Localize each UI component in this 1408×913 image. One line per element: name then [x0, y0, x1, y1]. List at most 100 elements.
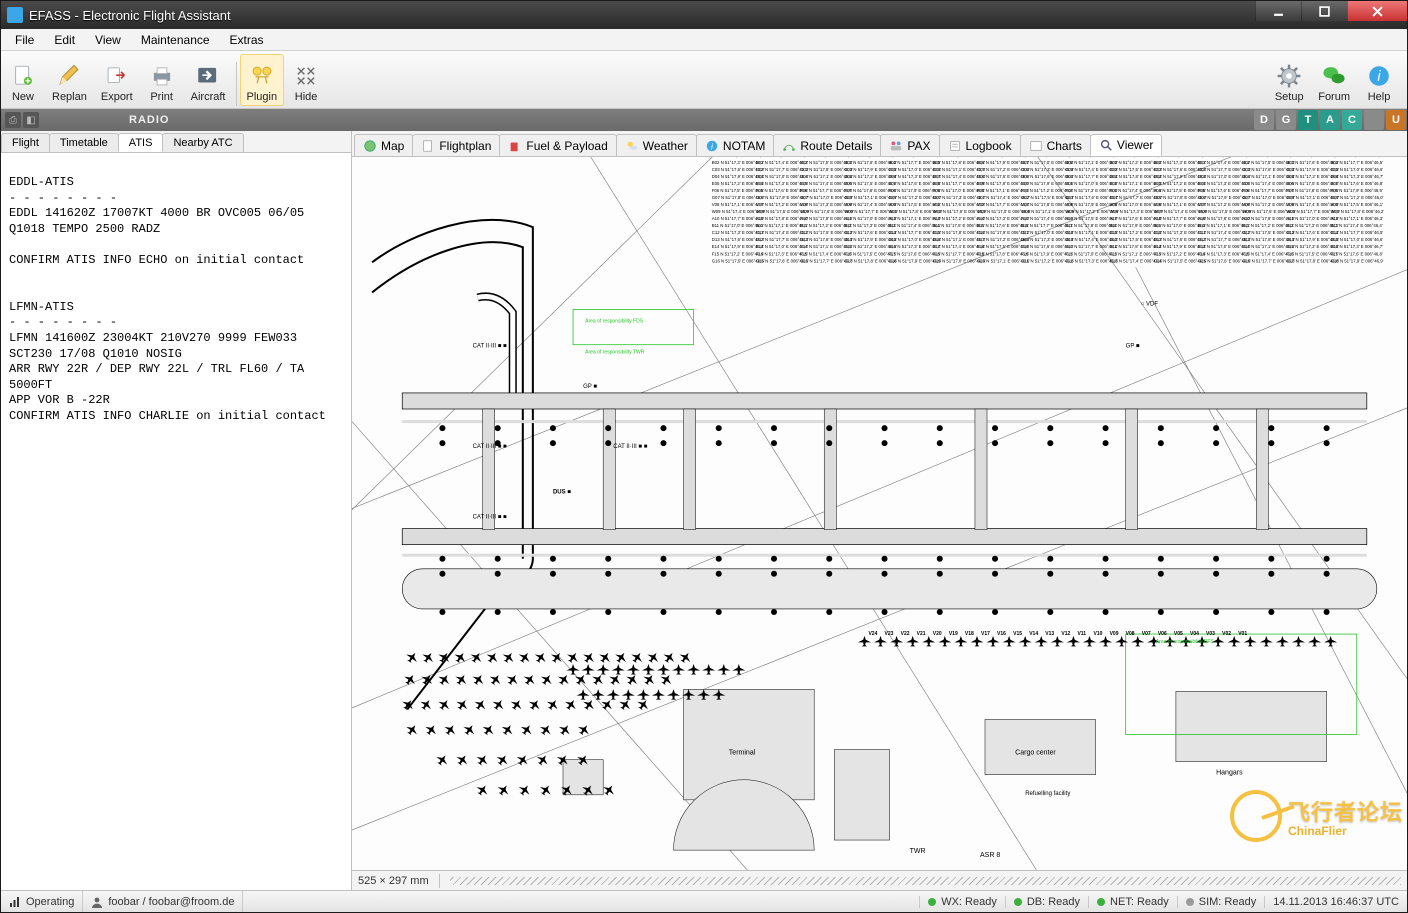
- svg-text:B11 N 51°17,4' E 006°46,4': B11 N 51°17,4' E 006°46,4': [1331, 223, 1383, 228]
- radio-label: RADIO: [129, 114, 169, 126]
- toolbar-replan-button[interactable]: Replan: [45, 54, 94, 106]
- tab-logbook[interactable]: Logbook: [939, 134, 1021, 156]
- svg-text:V22: V22: [901, 631, 910, 637]
- status-db: DB: Ready: [1005, 896, 1088, 908]
- toolbar-forum-label: Forum: [1318, 91, 1350, 103]
- export-icon: [102, 61, 132, 91]
- chart-dimensions: 525 × 297 mm: [358, 875, 429, 887]
- tab-atis[interactable]: ATIS: [118, 133, 164, 152]
- radio-btn-blank[interactable]: [1364, 110, 1384, 130]
- toolbar-plugin-label: Plugin: [247, 91, 278, 103]
- tab-map[interactable]: Map: [354, 134, 413, 156]
- tab-fuel-payload[interactable]: Fuel & Payload: [499, 134, 616, 156]
- toolbar-help-button[interactable]: i Help: [1357, 54, 1401, 106]
- svg-text:V03: V03: [1206, 631, 1215, 637]
- window-close-button[interactable]: [1347, 1, 1407, 21]
- svg-text:E14 N 51°17,3' E 006°46,7': E14 N 51°17,3' E 006°46,7': [1331, 244, 1384, 249]
- svg-text:Hangars: Hangars: [1216, 770, 1243, 777]
- svg-text:V24: V24: [868, 631, 877, 637]
- svg-text:V11: V11: [1077, 631, 1086, 637]
- radio-btn-g[interactable]: G: [1276, 110, 1296, 130]
- svg-text:F06 N 51°17,9' E 006°46,9': F06 N 51°17,9' E 006°46,9': [1331, 188, 1383, 193]
- menu-view[interactable]: View: [85, 30, 131, 50]
- radio-btn-c[interactable]: C: [1342, 110, 1362, 130]
- tab-flightplan[interactable]: Flightplan: [412, 134, 500, 156]
- svg-text:CAT II·III ■ ■: CAT II·III ■ ■: [473, 344, 507, 350]
- status-operating: Operating: [1, 891, 83, 912]
- toolbar-new-label: New: [12, 91, 34, 103]
- radio-btn-t[interactable]: T: [1298, 110, 1318, 130]
- toolbar-export-button[interactable]: Export: [94, 54, 140, 106]
- toolbar-forum-button[interactable]: Forum: [1311, 54, 1357, 106]
- tab-timetable[interactable]: Timetable: [49, 133, 119, 152]
- tab-flight[interactable]: Flight: [1, 133, 50, 152]
- tab-nearby-atc[interactable]: Nearby ATC: [162, 133, 243, 152]
- svg-text:V01: V01: [1238, 631, 1247, 637]
- menu-file[interactable]: File: [5, 30, 44, 50]
- window-maximize-button[interactable]: [1301, 1, 1347, 21]
- printer-icon: [147, 61, 177, 91]
- people-icon: [889, 139, 903, 153]
- toolbar-replan-label: Replan: [52, 91, 87, 103]
- toolbar-setup-button[interactable]: Setup: [1267, 54, 1311, 106]
- bars-icon: [9, 896, 21, 908]
- globe-icon: [363, 139, 377, 153]
- svg-text:E05 N 51°17,6' E 006°46,8': E05 N 51°17,6' E 006°46,8': [1331, 181, 1384, 186]
- svg-text:V06: V06: [1158, 631, 1167, 637]
- toolbar-aircraft-button[interactable]: Aircraft: [184, 54, 233, 106]
- toolbar-hide-label: Hide: [295, 91, 318, 103]
- window-minimize-button[interactable]: [1255, 1, 1301, 21]
- tab-pax[interactable]: PAX: [880, 134, 939, 156]
- tab-route-details[interactable]: Route Details: [773, 134, 881, 156]
- plugin-icon: [247, 61, 277, 91]
- document-new-icon: [8, 61, 38, 91]
- tab-viewer[interactable]: Viewer: [1090, 134, 1162, 156]
- svg-text:V07: V07: [1142, 631, 1151, 637]
- forum-icon: [1319, 61, 1349, 91]
- toolbar-aircraft-label: Aircraft: [191, 91, 226, 103]
- toolbar-hide-button[interactable]: Hide: [284, 54, 328, 106]
- tab-charts[interactable]: Charts: [1020, 134, 1091, 156]
- svg-text:V19: V19: [949, 631, 958, 637]
- svg-text:C03 N 51°17,0' E 006°46,6': C03 N 51°17,0' E 006°46,6': [1331, 167, 1384, 172]
- left-panel-tabs: Flight Timetable ATIS Nearby ATC: [1, 131, 351, 153]
- menu-edit[interactable]: Edit: [44, 30, 85, 50]
- svg-text:G07 N 51°17,2' E 006°46,0': G07 N 51°17,2' E 006°46,0': [1331, 195, 1384, 200]
- gear-icon: [1274, 61, 1304, 91]
- svg-text:GP ■: GP ■: [1126, 344, 1140, 350]
- tab-weather[interactable]: Weather: [616, 134, 697, 156]
- radio-icon-2[interactable]: ◧: [23, 112, 39, 128]
- status-datetime: 14.11.2013 16:46:37 UTC: [1264, 896, 1407, 908]
- toolbar-setup-label: Setup: [1275, 91, 1304, 103]
- radio-btn-u[interactable]: U: [1386, 110, 1406, 130]
- user-icon: [91, 896, 103, 908]
- radio-icon-1[interactable]: ⎙: [5, 112, 21, 128]
- svg-text:V08: V08: [1126, 631, 1135, 637]
- radio-freq-buttons: D G T A C U: [1253, 109, 1407, 131]
- pencil-icon: [54, 61, 84, 91]
- tab-notam[interactable]: iNOTAM: [696, 134, 774, 156]
- chart-ruler: [450, 877, 1401, 885]
- status-net: NET: Ready: [1088, 896, 1177, 908]
- svg-text:V16: V16: [997, 631, 1006, 637]
- svg-text:Area of responsibility DFS: Area of responsibility DFS: [1156, 639, 1215, 645]
- toolbar-help-label: Help: [1368, 91, 1391, 103]
- book-icon: [948, 139, 962, 153]
- menu-extras[interactable]: Extras: [220, 30, 274, 50]
- menu-bar: File Edit View Maintenance Extras: [1, 29, 1407, 51]
- atis-text: EDDL-ATIS - - - - - - - - EDDL 141620Z 1…: [1, 165, 351, 878]
- toolbar-plugin-button[interactable]: Plugin: [240, 54, 285, 106]
- radio-btn-d[interactable]: D: [1254, 110, 1274, 130]
- hide-icon: [291, 61, 321, 91]
- toolbar-print-button[interactable]: Print: [140, 54, 184, 106]
- radio-bar: ⎙ ◧ RADIO D G T A C U: [1, 109, 1407, 131]
- chart-viewer[interactable]: A01 N 51°17,0' E 006°46,0'A01 N 51°17,1'…: [352, 157, 1407, 870]
- radio-btn-a[interactable]: A: [1320, 110, 1340, 130]
- toolbar-new-button[interactable]: New: [1, 54, 45, 106]
- toolbar-separator: [236, 62, 237, 106]
- menu-maintenance[interactable]: Maintenance: [131, 30, 220, 50]
- svg-text:V21: V21: [917, 631, 926, 637]
- svg-text:V15: V15: [1013, 631, 1022, 637]
- weather-icon: [625, 139, 639, 153]
- svg-text:G16 N 51°17,9' E 006°46,9': G16 N 51°17,9' E 006°46,9': [1331, 258, 1384, 263]
